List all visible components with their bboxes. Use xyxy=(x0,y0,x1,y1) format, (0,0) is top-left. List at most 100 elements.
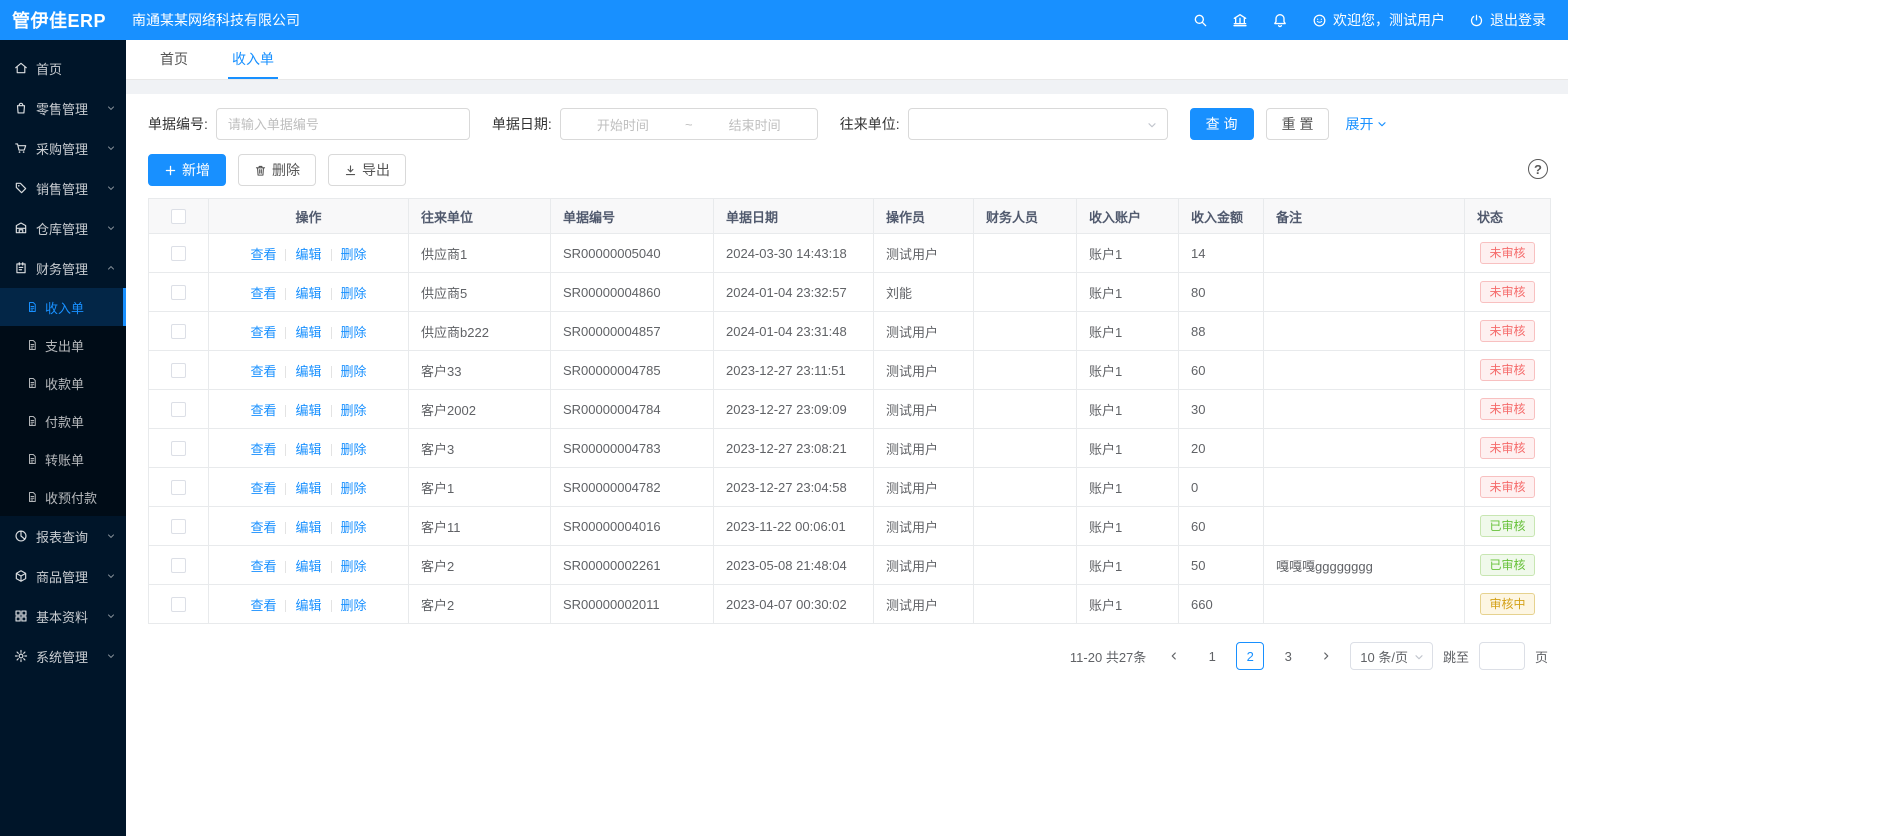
row-action-查看[interactable]: 查看 xyxy=(250,325,276,340)
sidebar-item-零售管理[interactable]: 零售管理 xyxy=(0,88,126,128)
welcome-text: 欢迎您，测试用户 xyxy=(1333,10,1445,30)
chevron-down-icon xyxy=(106,103,116,113)
row-checkbox[interactable] xyxy=(171,441,186,456)
user-welcome[interactable]: 欢迎您，测试用户 xyxy=(1312,10,1445,30)
logout-button[interactable]: 退出登录 xyxy=(1469,10,1546,30)
row-action-查看[interactable]: 查看 xyxy=(250,598,276,613)
date-range-picker[interactable]: 开始时间 ~ 结束时间 xyxy=(560,108,818,140)
row-action-编辑[interactable]: 编辑 xyxy=(295,364,321,379)
row-action-删除[interactable]: 删除 xyxy=(341,442,367,457)
row-action-编辑[interactable]: 编辑 xyxy=(295,598,321,613)
bill-no-input[interactable] xyxy=(216,108,470,140)
row-action-查看[interactable]: 查看 xyxy=(250,403,276,418)
cell-partner: 客户11 xyxy=(409,507,551,546)
action-divider xyxy=(331,561,332,573)
help-icon[interactable] xyxy=(1528,159,1548,179)
partner-select[interactable] xyxy=(908,108,1168,140)
row-action-删除[interactable]: 删除 xyxy=(341,247,367,262)
sidebar-item-采购管理[interactable]: 采购管理 xyxy=(0,128,126,168)
row-action-编辑[interactable]: 编辑 xyxy=(295,403,321,418)
row-action-编辑[interactable]: 编辑 xyxy=(295,559,321,574)
page-button-3[interactable]: 3 xyxy=(1274,642,1302,670)
row-action-删除[interactable]: 删除 xyxy=(341,325,367,340)
prev-page-button[interactable] xyxy=(1160,642,1188,670)
page-button-2[interactable]: 2 xyxy=(1236,642,1264,670)
row-action-查看[interactable]: 查看 xyxy=(250,481,276,496)
row-checkbox[interactable] xyxy=(171,402,186,417)
sidebar-item-首页[interactable]: 首页 xyxy=(0,48,126,88)
sidebar-item-销售管理[interactable]: 销售管理 xyxy=(0,168,126,208)
row-action-查看[interactable]: 查看 xyxy=(250,286,276,301)
sidebar-subitem-label: 收款单 xyxy=(45,374,84,393)
sidebar-item-系统管理[interactable]: 系统管理 xyxy=(0,636,126,676)
sales-icon xyxy=(14,181,28,195)
sidebar-subitem-支出单[interactable]: 支出单 xyxy=(0,326,126,364)
jump-suffix: 页 xyxy=(1535,647,1548,666)
cell-bill_no: SR00000004783 xyxy=(551,429,714,468)
next-page-button[interactable] xyxy=(1312,642,1340,670)
cell-remark xyxy=(1264,429,1465,468)
sidebar-subitem-转账单[interactable]: 转账单 xyxy=(0,440,126,478)
sidebar-subitem-收预付款[interactable]: 收预付款 xyxy=(0,478,126,516)
row-action-查看[interactable]: 查看 xyxy=(250,364,276,379)
cell-date: 2023-12-27 23:08:21 xyxy=(714,429,874,468)
tab-收入单[interactable]: 收入单 xyxy=(228,40,278,79)
page-button-1[interactable]: 1 xyxy=(1198,642,1226,670)
row-checkbox[interactable] xyxy=(171,597,186,612)
row-checkbox[interactable] xyxy=(171,519,186,534)
add-button[interactable]: 新增 xyxy=(148,154,226,186)
row-action-编辑[interactable]: 编辑 xyxy=(295,286,321,301)
sidebar-item-仓库管理[interactable]: 仓库管理 xyxy=(0,208,126,248)
row-action-编辑[interactable]: 编辑 xyxy=(295,481,321,496)
bell-icon[interactable] xyxy=(1272,12,1288,28)
sidebar-subitem-收入单[interactable]: 收入单 xyxy=(0,288,126,326)
row-action-删除[interactable]: 删除 xyxy=(341,520,367,535)
row-action-编辑[interactable]: 编辑 xyxy=(295,520,321,535)
select-all-checkbox[interactable] xyxy=(171,209,186,224)
row-checkbox[interactable] xyxy=(171,246,186,261)
tab-首页[interactable]: 首页 xyxy=(156,40,192,79)
sidebar-item-财务管理[interactable]: 财务管理 xyxy=(0,248,126,288)
row-select-cell xyxy=(149,507,209,546)
date-end-placeholder: 结束时间 xyxy=(729,115,781,134)
status-badge: 未审核 xyxy=(1480,476,1534,498)
row-checkbox[interactable] xyxy=(171,285,186,300)
jump-page-input[interactable] xyxy=(1479,642,1525,670)
row-checkbox[interactable] xyxy=(171,558,186,573)
export-button[interactable]: 导出 xyxy=(328,154,406,186)
row-action-编辑[interactable]: 编辑 xyxy=(295,442,321,457)
row-action-删除[interactable]: 删除 xyxy=(341,286,367,301)
sidebar-item-报表查询[interactable]: 报表查询 xyxy=(0,516,126,556)
table-row: 查看编辑删除客户3SR000000047832023-12-27 23:08:2… xyxy=(149,429,1551,468)
row-action-编辑[interactable]: 编辑 xyxy=(295,325,321,340)
page-size-select[interactable]: 10 条/页 xyxy=(1350,642,1433,670)
sidebar-item-label: 商品管理 xyxy=(36,567,102,586)
row-action-删除[interactable]: 删除 xyxy=(341,403,367,418)
action-divider xyxy=(285,327,286,339)
row-actions-cell: 查看 编辑 删除 xyxy=(209,546,409,585)
row-checkbox[interactable] xyxy=(171,363,186,378)
bank-icon[interactable] xyxy=(1232,12,1248,28)
row-action-查看[interactable]: 查看 xyxy=(250,247,276,262)
sidebar-item-商品管理[interactable]: 商品管理 xyxy=(0,556,126,596)
sidebar-subitem-收款单[interactable]: 收款单 xyxy=(0,364,126,402)
reset-button[interactable]: 重 置 xyxy=(1266,108,1330,140)
row-action-删除[interactable]: 删除 xyxy=(341,481,367,496)
row-action-删除[interactable]: 删除 xyxy=(341,598,367,613)
row-action-编辑[interactable]: 编辑 xyxy=(295,247,321,262)
row-action-查看[interactable]: 查看 xyxy=(250,442,276,457)
row-checkbox[interactable] xyxy=(171,480,186,495)
row-action-删除[interactable]: 删除 xyxy=(341,364,367,379)
sidebar-item-基本资料[interactable]: 基本资料 xyxy=(0,596,126,636)
row-action-查看[interactable]: 查看 xyxy=(250,559,276,574)
delete-button[interactable]: 删除 xyxy=(238,154,316,186)
row-action-删除[interactable]: 删除 xyxy=(341,559,367,574)
search-icon[interactable] xyxy=(1192,12,1208,28)
search-button[interactable]: 查 询 xyxy=(1190,108,1254,140)
expand-link[interactable]: 展开 xyxy=(1345,114,1388,134)
cell-amount: 50 xyxy=(1179,546,1264,585)
row-checkbox[interactable] xyxy=(171,324,186,339)
sidebar-subitem-付款单[interactable]: 付款单 xyxy=(0,402,126,440)
row-action-查看[interactable]: 查看 xyxy=(250,520,276,535)
action-divider xyxy=(285,600,286,612)
